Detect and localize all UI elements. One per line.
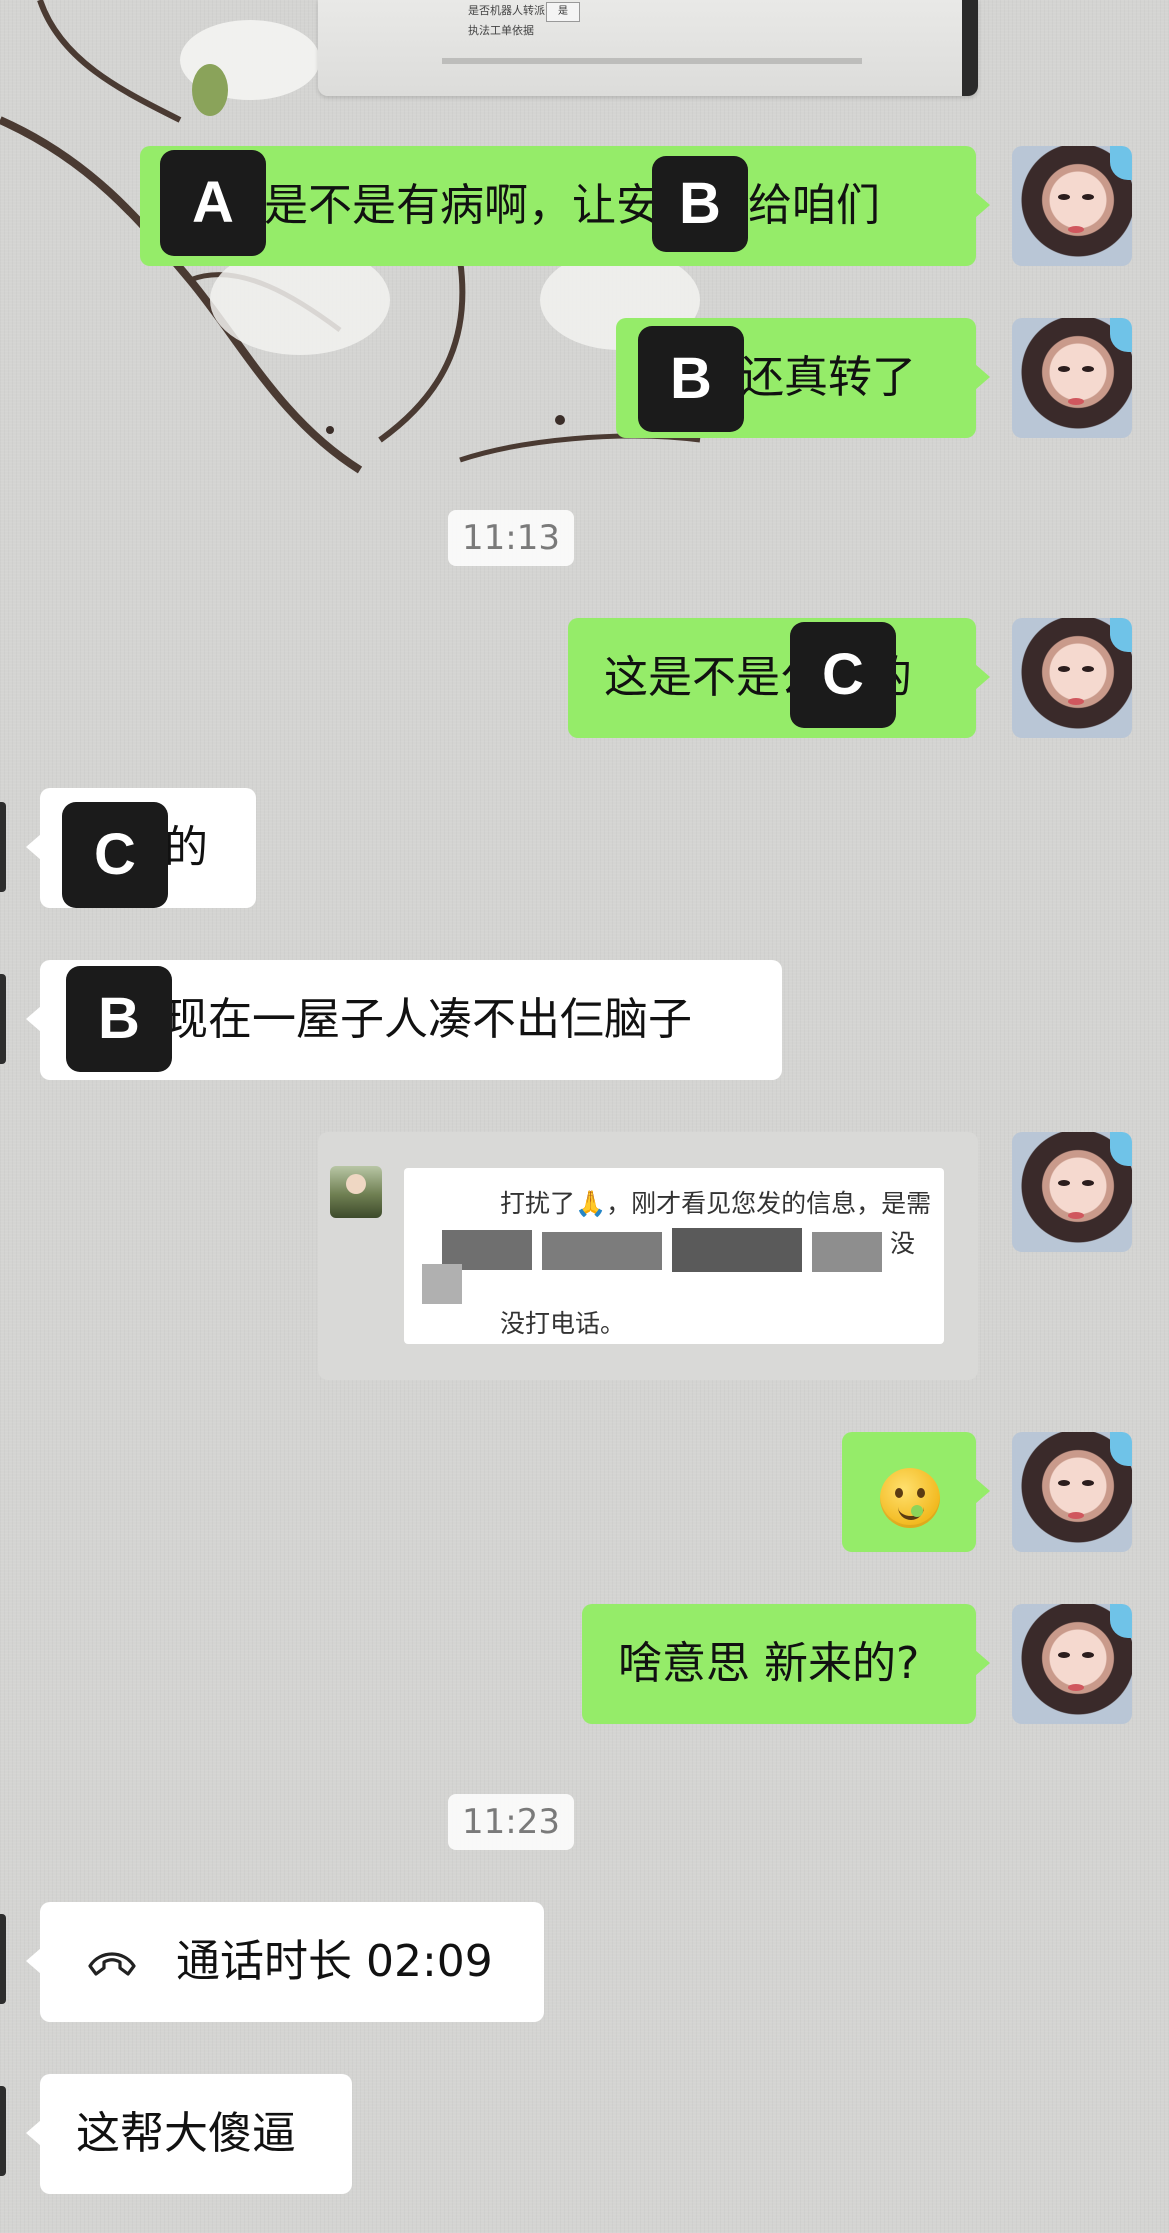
redaction-tag-c: C [62, 802, 168, 908]
my-avatar[interactable] [1012, 1132, 1132, 1252]
card-text-line: 没 [890, 1229, 916, 1258]
redaction-tag-b: B [638, 326, 744, 432]
card-sender-avatar [330, 1166, 382, 1218]
screenshot-select: 是 [546, 2, 580, 22]
message-bubble-outgoing[interactable]: 这是不是公路的 [568, 618, 990, 738]
contact-avatar-edge[interactable] [0, 802, 6, 892]
forwarded-chat-card[interactable]: 打扰了🙏，刚才看见您发的信息，是需 没 没打电话。 [318, 1132, 978, 1380]
screenshot-edge [962, 0, 978, 96]
timestamp: 11:13 [448, 510, 574, 566]
screenshot-divider [442, 58, 862, 64]
my-avatar[interactable] [1012, 1432, 1132, 1552]
yum-face-emoji-icon [880, 1468, 940, 1528]
timestamp: 11:23 [448, 1794, 574, 1850]
pixelated-redaction [422, 1224, 892, 1310]
redaction-tag-c: C [790, 622, 896, 728]
card-content: 打扰了🙏，刚才看见您发的信息，是需 没 没打电话。 [404, 1168, 944, 1344]
shared-screenshot-image[interactable]: 是否机器人转派 是 执法工单依据 [318, 0, 978, 96]
redaction-tag-b: B [66, 966, 172, 1072]
screenshot-text-2: 执法工单依据 [468, 24, 534, 37]
message-text: 这帮大傻逼 [76, 2108, 296, 2159]
contact-avatar-edge[interactable] [0, 2086, 6, 2176]
my-avatar[interactable] [1012, 1604, 1132, 1724]
message-bubble-incoming[interactable]: 这帮大傻逼 [26, 2074, 352, 2194]
screenshot-text-1: 是否机器人转派 [468, 4, 545, 17]
message-text: 中心是不是有病啊，让安监转给咱们 [176, 180, 880, 231]
contact-avatar-edge[interactable] [0, 974, 6, 1064]
phone-hangup-icon [88, 1952, 136, 1976]
emoji-tongue [911, 1505, 923, 1517]
contact-avatar-edge[interactable] [0, 1914, 6, 2004]
redaction-tag-b: B [652, 156, 748, 252]
message-text: 啥意思 新来的? [618, 1638, 920, 1689]
message-bubble-outgoing[interactable]: 啥意思 新来的? [582, 1604, 990, 1724]
redaction-tag-a: A [160, 150, 266, 256]
my-avatar[interactable] [1012, 618, 1132, 738]
card-text-line: 没打电话。 [500, 1309, 626, 1338]
card-text-line: 打扰了🙏，刚才看见您发的信息，是需 [500, 1189, 932, 1218]
call-record-bubble[interactable]: 通话时长 02:09 [26, 1902, 544, 2022]
call-duration-text: 通话时长 02:09 [176, 1936, 493, 1987]
my-avatar[interactable] [1012, 146, 1132, 266]
my-avatar[interactable] [1012, 318, 1132, 438]
